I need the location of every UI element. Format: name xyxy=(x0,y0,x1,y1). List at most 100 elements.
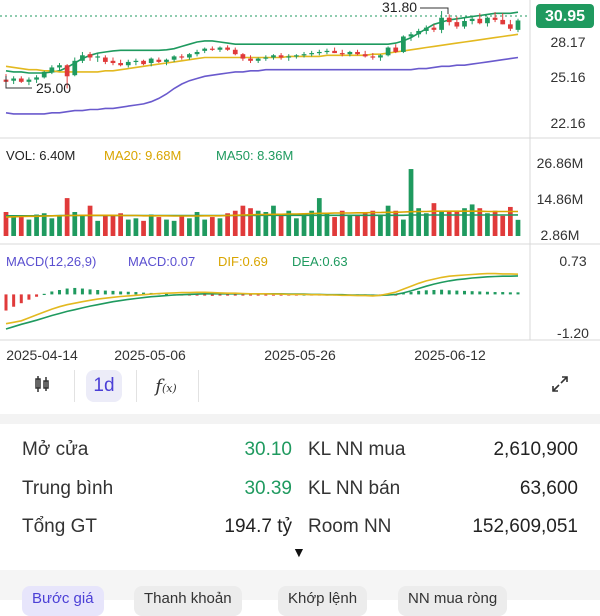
ma-lower-line xyxy=(5,56,519,115)
macd-histogram-bar xyxy=(111,290,115,295)
macd-histogram-bar xyxy=(501,292,505,295)
candle-body xyxy=(171,56,177,60)
volume-bar xyxy=(515,219,521,236)
high-marker-line xyxy=(420,7,449,14)
date-label-1: 2025-04-14 xyxy=(6,347,78,363)
candle-body xyxy=(385,47,391,56)
candle-body xyxy=(416,30,422,35)
interval-button[interactable]: 1d xyxy=(86,370,122,402)
price-axis-label-2: 25.16 xyxy=(550,69,585,85)
volume-bar xyxy=(500,215,506,236)
volume-bar xyxy=(11,215,17,236)
dif-line xyxy=(5,272,519,325)
volume-bar xyxy=(477,208,483,236)
macd-histogram-bar xyxy=(424,290,428,295)
volume-bar xyxy=(187,218,192,236)
volume-bar xyxy=(171,220,177,236)
foreign-buy-label: KL NN mua xyxy=(308,439,406,460)
dea-label: DEA:0.63 xyxy=(292,254,348,269)
candle-body xyxy=(492,17,498,20)
candle-body xyxy=(80,55,85,61)
volume-bar xyxy=(408,169,414,236)
candle-body xyxy=(87,54,93,58)
candle-body xyxy=(332,50,337,54)
macd-histogram-bar xyxy=(440,289,444,295)
toolbar-separator xyxy=(198,370,199,402)
macd-histogram-bar xyxy=(119,291,123,295)
macd-histogram-bar xyxy=(65,288,69,295)
tab-matched-orders[interactable]: Khớp lệnh xyxy=(278,586,368,616)
candle-body xyxy=(355,51,360,55)
volume-bar xyxy=(416,208,422,236)
volume-bar xyxy=(95,220,101,236)
candle-body xyxy=(316,51,322,54)
volume-bar xyxy=(332,217,337,236)
candle-body xyxy=(217,47,223,50)
tab-foreign-net-buy[interactable]: NN mua ròng xyxy=(398,586,508,616)
candle-body xyxy=(110,60,116,64)
macd-histogram-bar xyxy=(463,290,467,295)
candle-body xyxy=(446,17,452,23)
foreign-sell-value: 63,600 xyxy=(519,478,578,499)
macd-histogram-bar xyxy=(4,294,8,311)
macd-histogram-bar xyxy=(493,292,497,295)
candle-body xyxy=(439,17,444,30)
volume-bar xyxy=(347,215,353,236)
candle-body xyxy=(194,51,200,55)
candle-body xyxy=(255,58,261,61)
expand-chart-button[interactable] xyxy=(542,370,578,402)
tab-liquidity[interactable]: Thanh khoản xyxy=(134,586,242,616)
volume-bar xyxy=(34,214,39,236)
volume-bar xyxy=(156,217,162,236)
macd-histogram-bar xyxy=(455,290,459,295)
candle-body xyxy=(393,47,399,52)
volume-bar xyxy=(217,218,223,236)
candle-body xyxy=(72,60,78,76)
vol-axis-label-3: 2.86M xyxy=(541,227,580,243)
volume-bar xyxy=(26,219,32,236)
foreign-buy-value: 2,610,900 xyxy=(493,439,578,460)
macd-histogram-bar xyxy=(103,290,107,295)
candle-body xyxy=(95,56,101,58)
macd-histogram-bar xyxy=(80,288,84,295)
candle-body xyxy=(401,36,406,52)
candle-body xyxy=(271,55,276,58)
macd-value-label: MACD:0.07 xyxy=(128,254,195,269)
price-axis-label-1: 28.17 xyxy=(550,34,585,50)
candle-body xyxy=(408,34,414,37)
vol-ma20-label: MA20: 9.68M xyxy=(104,148,181,163)
candle-body xyxy=(301,54,307,56)
candle-body xyxy=(164,59,169,62)
candle-body xyxy=(500,19,506,25)
caret-down-icon[interactable]: ▼ xyxy=(292,544,306,560)
candle-body xyxy=(454,22,460,27)
macd-histogram-bar xyxy=(134,292,138,295)
candle-body xyxy=(125,61,131,66)
volume-bar xyxy=(271,205,276,236)
indicator-button[interactable]: f(x) xyxy=(148,370,184,402)
volume-bar xyxy=(362,213,368,236)
volume-bar xyxy=(57,215,62,236)
candle-body xyxy=(309,53,315,55)
volume-bar xyxy=(64,198,70,236)
volume-bar xyxy=(202,219,208,236)
tab-price-step[interactable]: Bước giá xyxy=(22,586,104,616)
volume-bar xyxy=(316,198,322,236)
macd-histogram-bar xyxy=(470,291,474,295)
stock-chart[interactable]: 30.95 28.17 25.16 22.16 31.80 25.00 VOL:… xyxy=(0,0,600,368)
candle-body xyxy=(202,48,208,51)
macd-histogram-bar xyxy=(432,290,436,295)
candle-body xyxy=(370,56,376,58)
candlestick-icon xyxy=(33,375,51,398)
volume-bar xyxy=(164,219,169,236)
macd-histogram-bar xyxy=(409,292,413,295)
candle-body xyxy=(477,18,483,24)
candle-body xyxy=(187,54,192,58)
volume-bar xyxy=(49,218,55,236)
candle-body xyxy=(57,65,62,68)
macd-histogram-bar xyxy=(478,291,482,295)
candlestick-toggle-button[interactable] xyxy=(24,370,60,402)
volume-bar xyxy=(485,213,490,236)
candle-body xyxy=(240,54,246,59)
volume-layer xyxy=(3,169,521,236)
